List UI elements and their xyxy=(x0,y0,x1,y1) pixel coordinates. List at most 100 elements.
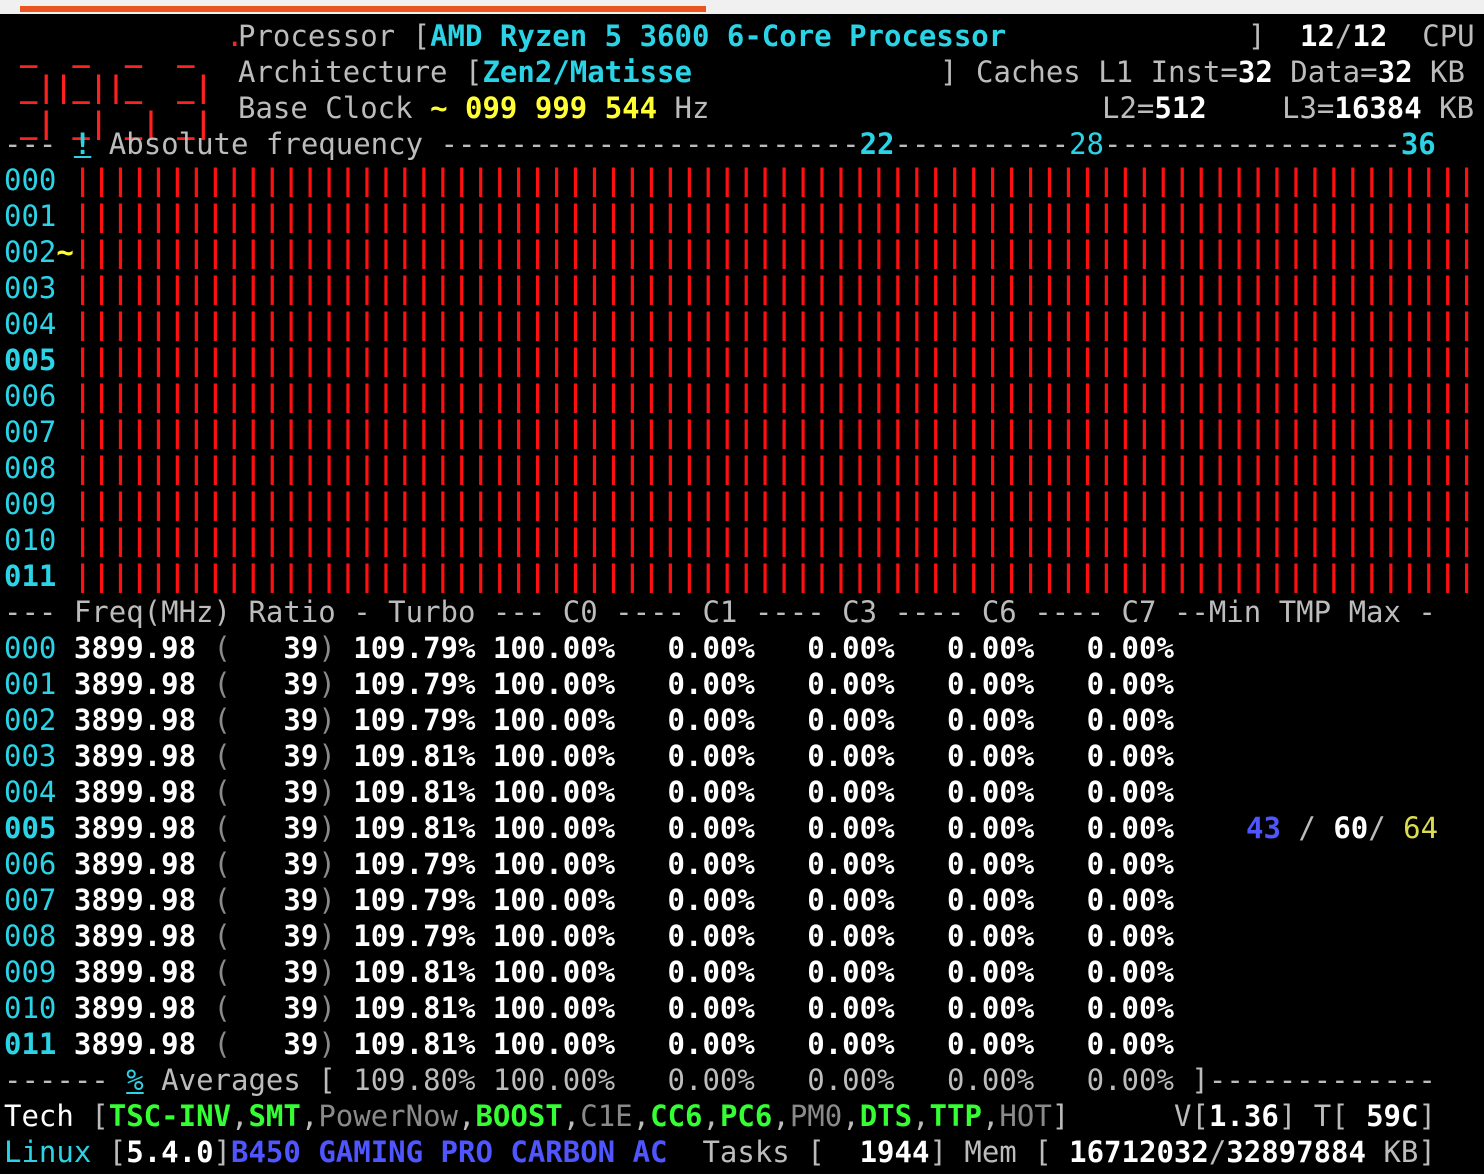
c6-value: 0.00% xyxy=(946,919,1035,953)
core-separator xyxy=(56,307,73,341)
sep xyxy=(1034,667,1086,701)
freq-row: 003 ||||||||||||||||||||||||||||||||||||… xyxy=(4,270,1484,306)
mem-label: Mem xyxy=(964,1135,1017,1169)
core-id: 001 xyxy=(4,667,57,701)
turbo-value: 109.79% xyxy=(353,631,476,665)
core-separator xyxy=(56,451,73,485)
tech-feature-hot: HOT xyxy=(999,1099,1052,1133)
c3-value: 0.00% xyxy=(807,847,895,881)
sep xyxy=(56,775,73,809)
c0-value: 100.00% xyxy=(492,811,616,845)
ratio-value: 39 xyxy=(283,703,319,737)
mem-used: 16712032 xyxy=(1069,1135,1209,1169)
sep xyxy=(56,703,73,737)
core-id: 000 xyxy=(4,163,57,197)
freq-row: 010 ||||||||||||||||||||||||||||||||||||… xyxy=(4,522,1484,558)
freq-bar: ||||||||||||||||||||||||||||||||||||||||… xyxy=(73,559,1484,593)
logo-line-1: _ _ _ _ xyxy=(20,34,195,68)
sep: ( xyxy=(196,991,284,1025)
core-id: 008 xyxy=(4,451,57,485)
sep xyxy=(475,955,492,989)
ratio-value: 39 xyxy=(283,667,319,701)
c0-value: 100.00% xyxy=(492,883,616,917)
sep xyxy=(475,991,492,1025)
sep xyxy=(615,847,667,881)
c3-value: 0.00% xyxy=(807,631,895,665)
sep xyxy=(895,1027,947,1061)
averages-line: ------ % Averages [ 109.80% 100.00% 0.00… xyxy=(4,1063,1436,1097)
sep xyxy=(56,883,73,917)
c0-value: 100.00% xyxy=(492,703,616,737)
sep xyxy=(1034,1027,1086,1061)
freq-row: 007 ||||||||||||||||||||||||||||||||||||… xyxy=(4,414,1484,450)
freq-value: 3899.98 xyxy=(73,1027,197,1061)
freq-row: 008 ||||||||||||||||||||||||||||||||||||… xyxy=(4,450,1484,486)
freq-value: 3899.98 xyxy=(73,847,197,881)
c3-value: 0.00% xyxy=(807,775,895,809)
table-row: 011 3899.98 ( 39) 109.81% 100.00% 0.00% … xyxy=(4,1026,1174,1062)
core-id: 009 xyxy=(4,487,57,521)
c3-value: 0.00% xyxy=(807,739,895,773)
sep: ( xyxy=(196,667,284,701)
sep xyxy=(615,631,667,665)
c6-value: 0.00% xyxy=(946,631,1035,665)
c6-value: 0.00% xyxy=(946,847,1035,881)
sep xyxy=(56,631,73,665)
sep: ) xyxy=(318,775,354,809)
turbo-value: 109.81% xyxy=(353,775,476,809)
c7-value: 0.00% xyxy=(1086,631,1174,665)
cpu-count: 12/12 CPU xyxy=(1300,19,1475,53)
sep xyxy=(615,667,667,701)
sep xyxy=(895,811,947,845)
c1-value: 0.00% xyxy=(667,847,755,881)
freq-value: 3899.98 xyxy=(73,775,197,809)
package-temp-value: 59C xyxy=(1366,1099,1419,1133)
c1-value: 0.00% xyxy=(667,955,755,989)
core-id: 010 xyxy=(4,991,57,1025)
sep xyxy=(895,703,947,737)
freq-value: 3899.98 xyxy=(73,703,197,737)
header-freq: Freq(MHz) xyxy=(73,595,231,629)
c6-value: 0.00% xyxy=(946,1027,1035,1061)
c6-value: 0.00% xyxy=(946,883,1035,917)
freq-bar: ||||||||||||||||||||||||||||||||||||||||… xyxy=(73,487,1484,521)
header-min: Min xyxy=(1208,595,1262,629)
sep: ( xyxy=(196,703,284,737)
core-id: 004 xyxy=(4,307,57,341)
sep: ( xyxy=(196,847,284,881)
ratio-value: 39 xyxy=(283,739,319,773)
sep xyxy=(895,991,947,1025)
tech-line: Tech [TSC-INV,SMT,PowerNow,BOOST,C1E,CC6… xyxy=(4,1099,1070,1133)
tech-label: Tech xyxy=(4,1099,74,1133)
caches-l3: L3=16384 KB xyxy=(1282,91,1475,125)
sep xyxy=(475,631,492,665)
ratio-value: 39 xyxy=(283,919,319,953)
averages-label: Averages xyxy=(161,1063,301,1097)
sep xyxy=(1034,775,1086,809)
tech-feature-tsc-inv: TSC-INV xyxy=(108,1099,231,1133)
table-row: 006 3899.98 ( 39) 109.79% 100.00% 0.00% … xyxy=(4,846,1174,882)
base-clock-value: 099 999 544 xyxy=(465,91,658,125)
ratio-value: 39 xyxy=(283,847,319,881)
terminal-window[interactable]: _ _ _ _ _||_||_ _| _| _| _| _| . Process… xyxy=(0,14,1484,1174)
sep xyxy=(755,955,807,989)
core-separator xyxy=(56,163,73,197)
freq-row: 002~||||||||||||||||||||||||||||||||||||… xyxy=(4,234,1484,270)
caches-l1: Caches L1 Inst=32 Data=32 KB xyxy=(976,55,1465,89)
freq-toggle-marker[interactable]: ! xyxy=(74,127,91,161)
sep: ) xyxy=(318,811,354,845)
core-id: 009 xyxy=(4,955,57,989)
core-id: 006 xyxy=(4,847,57,881)
os-name: Linux xyxy=(4,1135,92,1169)
tech-feature-c1e: C1E xyxy=(580,1099,633,1133)
c3-value: 0.00% xyxy=(807,991,895,1025)
freq-value: 3899.98 xyxy=(73,811,197,845)
sep xyxy=(56,667,73,701)
sep: ( xyxy=(196,775,284,809)
turbo-value: 109.81% xyxy=(353,811,476,845)
c6-value: 0.00% xyxy=(946,739,1035,773)
table-row: 007 3899.98 ( 39) 109.79% 100.00% 0.00% … xyxy=(4,882,1174,918)
core-id: 007 xyxy=(4,415,57,449)
averages-toggle-marker[interactable]: % xyxy=(126,1063,143,1097)
c3-value: 0.00% xyxy=(807,703,895,737)
